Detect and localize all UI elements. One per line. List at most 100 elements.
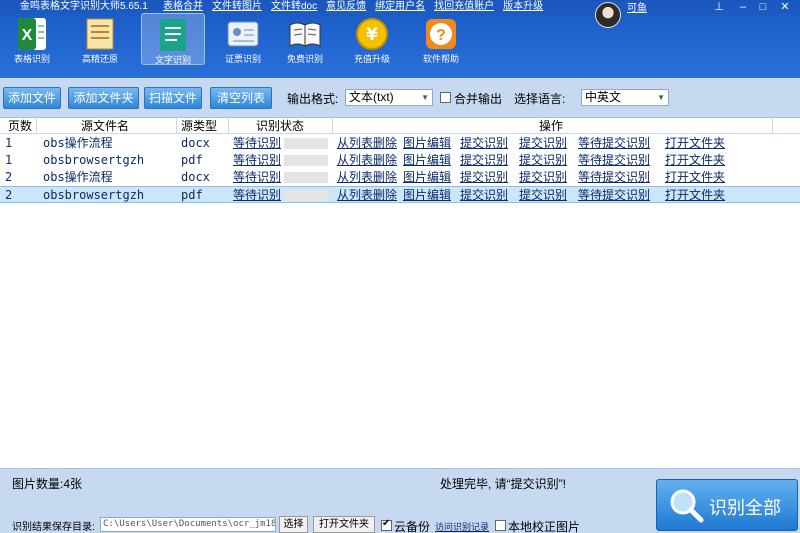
column-header-actions[interactable]: 操作 — [539, 119, 563, 133]
merge-output-checkbox[interactable] — [440, 92, 451, 103]
submit-recognition-link[interactable]: 提交识别 — [519, 152, 567, 168]
tool-label: 充值升级 — [353, 54, 390, 64]
magnifier-icon — [670, 489, 704, 523]
cell-status[interactable]: 等待识别 — [233, 169, 281, 185]
menu-link-file-to-image[interactable]: 文件转图片 — [212, 0, 262, 13]
language-select[interactable]: 中英文 ▼ — [581, 89, 669, 106]
cell-status[interactable]: 等待识别 — [233, 187, 281, 203]
remove-from-list-link[interactable]: 从列表删除 — [337, 152, 397, 168]
menu-link-feedback[interactable]: 意见反馈 — [326, 0, 366, 13]
wait-submit-link[interactable]: 等待提交识别 — [578, 187, 650, 203]
column-header-source-type[interactable]: 源类型 — [181, 119, 217, 133]
tool-free-recognition[interactable]: 免费识别 — [273, 13, 337, 65]
open-folder-link[interactable]: 打开文件夹 — [665, 169, 725, 185]
cloud-backup-checkbox[interactable]: ✔ — [381, 518, 392, 531]
table-row[interactable]: 1 obsbrowsertgzh pdf 等待识别 从列表删除 图片编辑 提交识别 提交识别等… — [0, 152, 800, 169]
table-row[interactable]: 1 obs操作流程 docx 等待识别 从列表删除 图片编辑 提交识别 提交识别 等待提交识别打… — [0, 135, 800, 152]
clear-list-button[interactable]: 清空列表 — [210, 87, 272, 109]
tool-table-recognition[interactable]: X 表格识别 — [0, 13, 64, 65]
remove-from-list-link[interactable]: 从列表删除 — [337, 169, 397, 185]
excel-icon: X — [18, 18, 46, 50]
save-dir-input[interactable]: C:\Users\User\Documents\ocr_jm189cn — [100, 517, 276, 532]
maximize-icon[interactable]: □ — [752, 0, 774, 14]
wait-submit-link[interactable]: 等待提交识别 — [578, 152, 650, 168]
tool-id-ticket-recognition[interactable]: 证票识别 — [211, 13, 275, 65]
output-format-select[interactable]: 文本(txt) ▼ — [345, 89, 433, 106]
edit-image-link[interactable]: 图片编辑 — [403, 135, 451, 151]
chevron-down-icon: ▼ — [657, 93, 665, 102]
local-correct-checkbox[interactable] — [495, 520, 506, 531]
edit-image-link[interactable]: 图片编辑 — [403, 187, 451, 203]
scan-file-button[interactable]: 扫描文件 — [144, 87, 202, 109]
minimize-icon[interactable]: – — [732, 0, 754, 14]
cell-source-name: obs操作流程 — [43, 170, 113, 184]
submit-recognition-link[interactable]: 提交识别 — [519, 135, 567, 151]
edit-image-link[interactable]: 图片编辑 — [403, 169, 451, 185]
tool-label: 软件帮助 — [422, 54, 459, 64]
submit-recognition-link[interactable]: 提交识别 — [460, 187, 508, 203]
table-row[interactable]: 2 obsbrowsertgzh pdf 等待识别 从列表删除 图片编辑 提交识别 提交识别等… — [0, 186, 800, 203]
cell-source-type: pdf — [181, 153, 203, 167]
tool-label: 文字识别 — [154, 55, 191, 65]
wait-submit-link[interactable]: 等待提交识别 — [578, 169, 650, 185]
column-divider — [772, 118, 773, 134]
remove-from-list-link[interactable]: 从列表删除 — [337, 135, 397, 151]
menu-link-recover-account[interactable]: 找回充值账户 — [434, 0, 494, 13]
column-header-pages[interactable]: 页数 — [8, 119, 32, 133]
tool-label: 证票识别 — [224, 54, 261, 64]
svg-text:¥: ¥ — [366, 25, 378, 45]
open-folder-link[interactable]: 打开文件夹 — [665, 135, 725, 151]
tool-recharge-upgrade[interactable]: ¥ 充值升级 — [340, 13, 404, 65]
open-folder-link[interactable]: 打开文件夹 — [665, 187, 725, 203]
app-title: 金鸣表格文字识别大师5.65.1 — [20, 1, 148, 12]
close-icon[interactable]: ✕ — [774, 0, 796, 14]
open-folder-button[interactable]: 打开文件夹 — [313, 516, 375, 533]
recognize-all-button[interactable]: 识别全部 — [656, 479, 798, 531]
access-record-link[interactable]: 访问识别记录 — [435, 520, 489, 533]
menu-link-bind-username[interactable]: 绑定用户名 — [375, 0, 425, 13]
edit-image-link[interactable]: 图片编辑 — [403, 152, 451, 168]
cell-source-name: obsbrowsertgzh — [43, 188, 145, 202]
open-folder-link[interactable]: 打开文件夹 — [665, 152, 725, 168]
remove-from-list-link[interactable]: 从列表删除 — [337, 187, 397, 203]
tool-text-recognition[interactable]: 文字识别 — [141, 13, 205, 65]
submit-recognition-link[interactable]: 提交识别 — [460, 169, 508, 185]
table-row[interactable]: 2 obs操作流程 docx 等待识别 从列表删除 图片编辑 提交识别 提交识别 等待提交识别打… — [0, 169, 800, 186]
cell-status[interactable]: 等待识别 — [233, 152, 281, 168]
progress-bar — [284, 172, 328, 183]
column-header-source-name[interactable]: 源文件名 — [81, 119, 129, 133]
title-bar: 金鸣表格文字识别大师5.65.1 表格合并 文件转图片 文件转doc 意见反馈 … — [0, 0, 800, 78]
add-file-button[interactable]: 添加文件 — [3, 87, 61, 109]
cell-source-type: pdf — [181, 188, 203, 202]
choose-dir-button[interactable]: 选择 — [279, 516, 308, 533]
cell-status[interactable]: 等待识别 — [233, 135, 281, 151]
progress-bar — [284, 190, 328, 201]
menu-link-merge-tables[interactable]: 表格合并 — [163, 0, 203, 13]
column-header-status[interactable]: 识别状态 — [256, 119, 304, 133]
submit-recognition-link[interactable]: 提交识别 — [460, 135, 508, 151]
menu-link-file-to-doc[interactable]: 文件转doc — [271, 0, 317, 13]
submit-recognition-link[interactable]: 提交识别 — [519, 187, 567, 203]
text-document-icon — [160, 19, 186, 51]
output-format-value: 文本(txt) — [349, 90, 394, 104]
cell-source-type: docx — [181, 170, 210, 184]
cell-source-name: obsbrowsertgzh — [43, 153, 145, 167]
submit-recognition-link[interactable]: 提交识别 — [460, 152, 508, 168]
check-icon: ✔ — [382, 518, 391, 529]
menu-link-upgrade[interactable]: 版本升级 — [503, 0, 543, 13]
app-window: 金鸣表格文字识别大师5.65.1 表格合并 文件转图片 文件转doc 意见反馈 … — [0, 0, 800, 533]
add-folder-button[interactable]: 添加文件夹 — [68, 87, 139, 109]
username-link[interactable]: 可鱼 — [627, 2, 647, 15]
wait-submit-link[interactable]: 等待提交识别 — [578, 135, 650, 151]
avatar[interactable] — [595, 2, 621, 28]
tool-software-help[interactable]: ? 软件帮助 — [409, 13, 473, 65]
tool-high-precision-restore[interactable]: 高精还原 — [68, 13, 132, 65]
progress-bar — [284, 155, 328, 166]
help-icon: ? — [426, 19, 456, 49]
document-restore-icon — [86, 18, 114, 50]
tool-label: 高精还原 — [81, 54, 118, 64]
language-label: 选择语言: — [514, 92, 566, 106]
restore-icon[interactable]: ⊥ — [708, 0, 730, 14]
submit-recognition-link[interactable]: 提交识别 — [519, 169, 567, 185]
cell-pages: 1 — [5, 136, 13, 150]
